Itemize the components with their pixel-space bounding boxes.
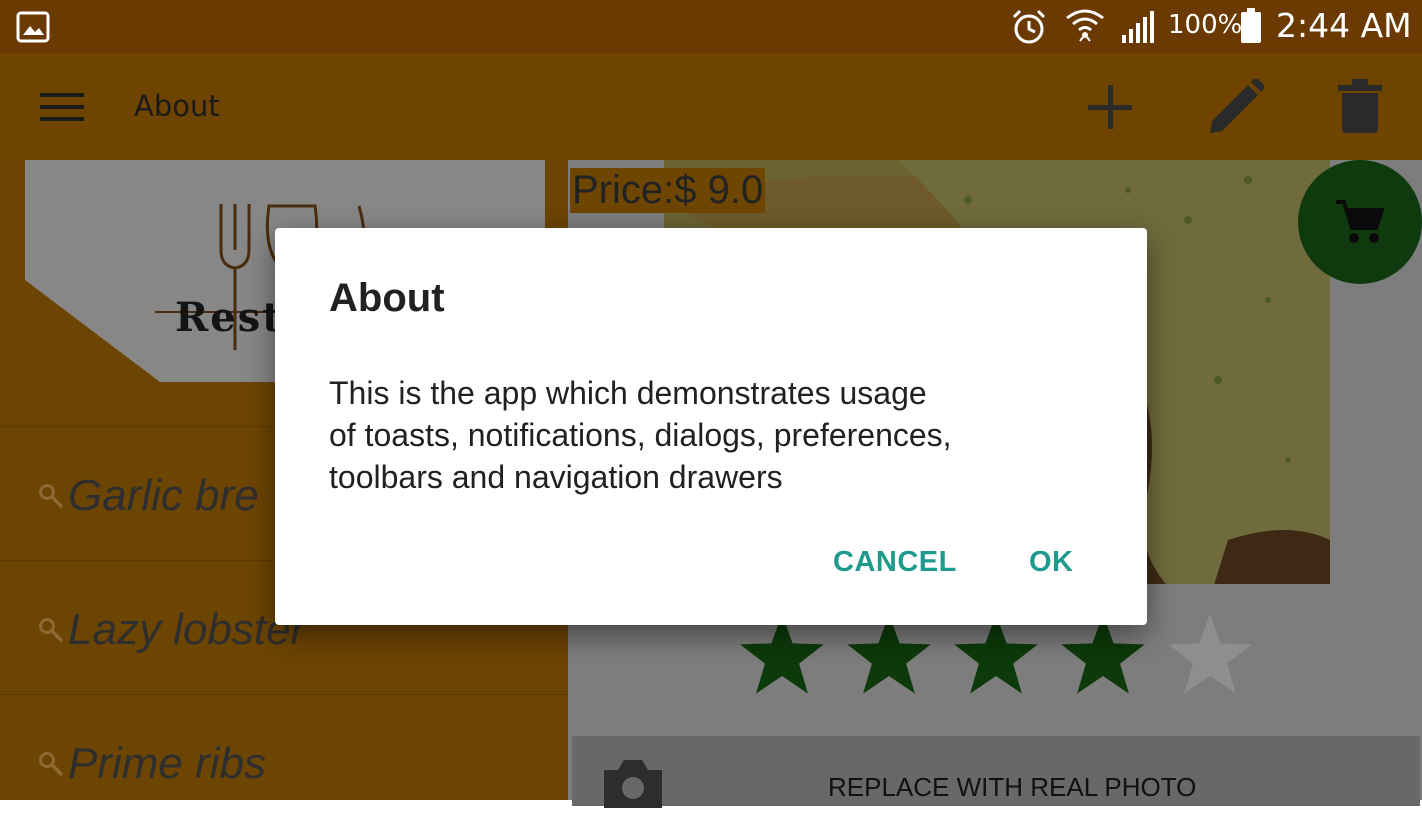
- drawer-item-label: Garlic bre: [68, 471, 259, 520]
- edit-icon[interactable]: [1208, 77, 1266, 139]
- delete-icon[interactable]: [1338, 79, 1382, 139]
- drawer-item-label: Prime ribs: [68, 739, 267, 788]
- drawer-item-label: Lazy lobster: [68, 605, 306, 654]
- replace-photo-button[interactable]: REPLACE WITH REAL PHOTO: [572, 736, 1420, 808]
- alarm-icon: [1010, 8, 1048, 50]
- cancel-button[interactable]: CANCEL: [833, 546, 957, 579]
- star-filled-icon[interactable]: [954, 614, 1038, 694]
- wifi-icon: [1064, 6, 1106, 50]
- star-empty-icon[interactable]: [1168, 614, 1252, 694]
- battery-percent: 100%: [1168, 10, 1243, 40]
- star-filled-icon[interactable]: [1061, 614, 1145, 694]
- app-toolbar: About: [0, 53, 1422, 160]
- ok-button[interactable]: OK: [1029, 546, 1074, 579]
- toolbar-title: About: [134, 89, 220, 123]
- search-icon: [38, 617, 64, 647]
- drawer-item-prime-ribs[interactable]: Prime ribs: [0, 694, 568, 829]
- dialog-message-line: of toasts, notifications, dialogs, prefe…: [329, 417, 952, 453]
- menu-icon[interactable]: [40, 91, 84, 127]
- add-icon[interactable]: [1088, 85, 1132, 133]
- gallery-icon: [16, 11, 50, 47]
- search-icon: [38, 483, 64, 513]
- star-filled-icon[interactable]: [847, 614, 931, 694]
- dialog-title: About: [329, 276, 445, 320]
- dialog-message-line: This is the app which demonstrates usage: [329, 375, 927, 411]
- battery-icon: [1240, 8, 1262, 48]
- signal-icon: [1120, 9, 1158, 49]
- cart-icon: [1334, 198, 1385, 250]
- replace-photo-label: REPLACE WITH REAL PHOTO: [828, 772, 1197, 802]
- clock: 2:44 AM: [1276, 6, 1412, 45]
- about-dialog: About This is the app which demonstrates…: [275, 228, 1147, 625]
- dialog-message: This is the app which demonstrates usage…: [329, 372, 1059, 498]
- search-icon: [38, 751, 64, 781]
- cart-fab[interactable]: [1298, 160, 1422, 284]
- price-label: Price:$ 9.0: [570, 168, 766, 213]
- camera-icon: [600, 756, 666, 812]
- dialog-message-line: toolbars and navigation drawers: [329, 459, 783, 495]
- status-bar: 100% 2:44 AM: [0, 0, 1422, 53]
- star-filled-icon[interactable]: [740, 614, 824, 694]
